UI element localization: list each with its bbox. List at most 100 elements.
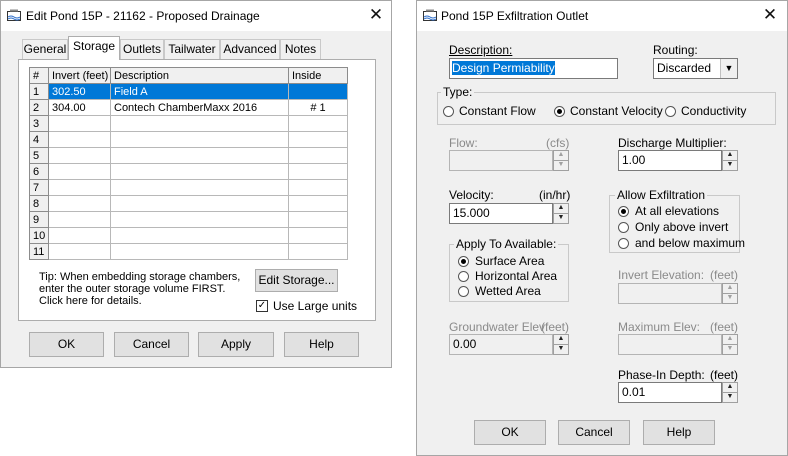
row-number-cell[interactable]: 8 bbox=[29, 195, 49, 212]
table-cell[interactable] bbox=[48, 163, 111, 180]
spin-down-icon[interactable]: ▼ bbox=[554, 161, 568, 171]
col-header-description[interactable]: Description bbox=[110, 67, 289, 84]
description-input[interactable]: Design Permiability bbox=[449, 58, 618, 79]
conductivity-radio[interactable] bbox=[665, 106, 676, 117]
flow-spinner[interactable]: ▲ ▼ bbox=[553, 150, 569, 171]
tab-tailwater[interactable]: Tailwater bbox=[164, 39, 220, 59]
spin-down-icon[interactable]: ▼ bbox=[723, 345, 737, 355]
row-number-cell[interactable]: 10 bbox=[29, 227, 49, 244]
maximum-elev-spinner[interactable]: ▲ ▼ bbox=[722, 334, 738, 355]
tab-general[interactable]: General bbox=[22, 39, 68, 59]
table-cell[interactable] bbox=[110, 195, 289, 212]
table-cell[interactable] bbox=[288, 243, 348, 260]
table-cell[interactable]: Field A bbox=[110, 83, 289, 100]
table-row[interactable]: 5 bbox=[29, 147, 348, 164]
maximum-elev-input[interactable] bbox=[618, 334, 722, 355]
only-above-invert-radio[interactable] bbox=[618, 222, 629, 233]
table-cell[interactable] bbox=[48, 115, 111, 132]
row-number-cell[interactable]: 5 bbox=[29, 147, 49, 164]
wetted-area-radio[interactable] bbox=[458, 286, 469, 297]
spin-down-icon[interactable]: ▼ bbox=[554, 214, 568, 224]
velocity-spinner[interactable]: ▲ ▼ bbox=[553, 203, 569, 224]
table-row[interactable]: 8 bbox=[29, 195, 348, 212]
table-row[interactable]: 6 bbox=[29, 163, 348, 180]
table-cell[interactable] bbox=[48, 147, 111, 164]
row-number-cell[interactable]: 4 bbox=[29, 131, 49, 148]
tab-advanced[interactable]: Advanced bbox=[220, 39, 280, 59]
table-row[interactable]: 10 bbox=[29, 227, 348, 244]
row-number-cell[interactable]: 9 bbox=[29, 211, 49, 228]
table-cell[interactable] bbox=[110, 211, 289, 228]
row-number-cell[interactable]: 11 bbox=[29, 243, 49, 260]
table-cell[interactable]: 302.50 bbox=[48, 83, 111, 100]
conductivity-label[interactable]: Conductivity bbox=[681, 104, 746, 118]
row-number-cell[interactable]: 2 bbox=[29, 99, 49, 116]
table-cell[interactable] bbox=[110, 147, 289, 164]
col-header-num[interactable]: # bbox=[29, 67, 49, 84]
use-large-units-label[interactable]: Use Large units bbox=[273, 299, 357, 313]
row-number-cell[interactable]: 3 bbox=[29, 115, 49, 132]
horizontal-area-label[interactable]: Horizontal Area bbox=[475, 269, 557, 283]
edit-storage-button[interactable]: Edit Storage... bbox=[255, 269, 338, 292]
ok-button[interactable]: OK bbox=[474, 420, 546, 445]
tip-text[interactable]: Tip: When embedding storage chambers, en… bbox=[39, 271, 240, 307]
constant-velocity-label[interactable]: Constant Velocity bbox=[570, 104, 663, 118]
table-row[interactable]: 3 bbox=[29, 115, 348, 132]
chevron-down-icon[interactable]: ▼ bbox=[720, 59, 737, 78]
table-row[interactable]: 11 bbox=[29, 243, 348, 260]
spin-down-icon[interactable]: ▼ bbox=[723, 161, 737, 171]
surface-area-radio[interactable] bbox=[458, 256, 469, 267]
table-cell[interactable] bbox=[288, 131, 348, 148]
at-all-elevations-radio[interactable] bbox=[618, 206, 629, 217]
below-maximum-label[interactable]: and below maximum bbox=[635, 236, 745, 250]
table-cell[interactable] bbox=[110, 163, 289, 180]
table-row[interactable]: 9 bbox=[29, 211, 348, 228]
table-cell[interactable] bbox=[288, 195, 348, 212]
constant-flow-label[interactable]: Constant Flow bbox=[459, 104, 536, 118]
table-cell[interactable] bbox=[48, 243, 111, 260]
table-cell[interactable] bbox=[288, 83, 348, 100]
cancel-button[interactable]: Cancel bbox=[558, 420, 630, 445]
spin-up-icon[interactable]: ▲ bbox=[723, 383, 737, 393]
table-cell[interactable]: Contech ChamberMaxx 2016 bbox=[110, 99, 289, 116]
table-row[interactable]: 2 304.00 Contech ChamberMaxx 2016 # 1 bbox=[29, 99, 348, 116]
groundwater-elev-input[interactable]: 0.00 bbox=[449, 334, 553, 355]
table-row[interactable]: 4 bbox=[29, 131, 348, 148]
table-row[interactable]: 1 302.50 Field A bbox=[29, 83, 348, 100]
col-header-inside[interactable]: Inside bbox=[288, 67, 348, 84]
close-icon[interactable]: ✕ bbox=[757, 3, 783, 27]
table-cell[interactable] bbox=[110, 243, 289, 260]
col-header-invert[interactable]: Invert (feet) bbox=[48, 67, 111, 84]
spin-up-icon[interactable]: ▲ bbox=[554, 151, 568, 161]
table-cell[interactable] bbox=[48, 211, 111, 228]
ok-button[interactable]: OK bbox=[29, 332, 104, 357]
spin-down-icon[interactable]: ▼ bbox=[554, 345, 568, 355]
table-cell[interactable]: # 1 bbox=[288, 99, 348, 116]
spin-up-icon[interactable]: ▲ bbox=[723, 284, 737, 294]
table-row[interactable]: 7 bbox=[29, 179, 348, 196]
tab-outlets[interactable]: Outlets bbox=[120, 39, 164, 59]
storage-table[interactable]: # Invert (feet) Description Inside 1 302.… bbox=[29, 67, 348, 260]
velocity-input[interactable]: 15.000 bbox=[449, 203, 553, 224]
flow-input[interactable] bbox=[449, 150, 553, 171]
table-cell[interactable]: 304.00 bbox=[48, 99, 111, 116]
spin-down-icon[interactable]: ▼ bbox=[723, 393, 737, 403]
table-cell[interactable] bbox=[288, 227, 348, 244]
table-cell[interactable] bbox=[288, 179, 348, 196]
spin-up-icon[interactable]: ▲ bbox=[554, 335, 568, 345]
constant-flow-radio[interactable] bbox=[443, 106, 454, 117]
constant-velocity-radio[interactable] bbox=[554, 106, 565, 117]
phase-in-depth-spinner[interactable]: ▲ ▼ bbox=[722, 382, 738, 403]
horizontal-area-radio[interactable] bbox=[458, 271, 469, 282]
phase-in-depth-input[interactable]: 0.01 bbox=[618, 382, 722, 403]
table-cell[interactable] bbox=[110, 227, 289, 244]
spin-up-icon[interactable]: ▲ bbox=[554, 204, 568, 214]
groundwater-elev-spinner[interactable]: ▲ ▼ bbox=[553, 334, 569, 355]
invert-elevation-spinner[interactable]: ▲ ▼ bbox=[722, 283, 738, 304]
discharge-multiplier-spinner[interactable]: ▲ ▼ bbox=[722, 150, 738, 171]
routing-select[interactable]: Discarded ▼ bbox=[653, 58, 738, 79]
at-all-elevations-label[interactable]: At all elevations bbox=[635, 204, 719, 218]
table-cell[interactable] bbox=[288, 147, 348, 164]
close-icon[interactable]: ✕ bbox=[363, 3, 389, 27]
table-cell[interactable] bbox=[48, 131, 111, 148]
